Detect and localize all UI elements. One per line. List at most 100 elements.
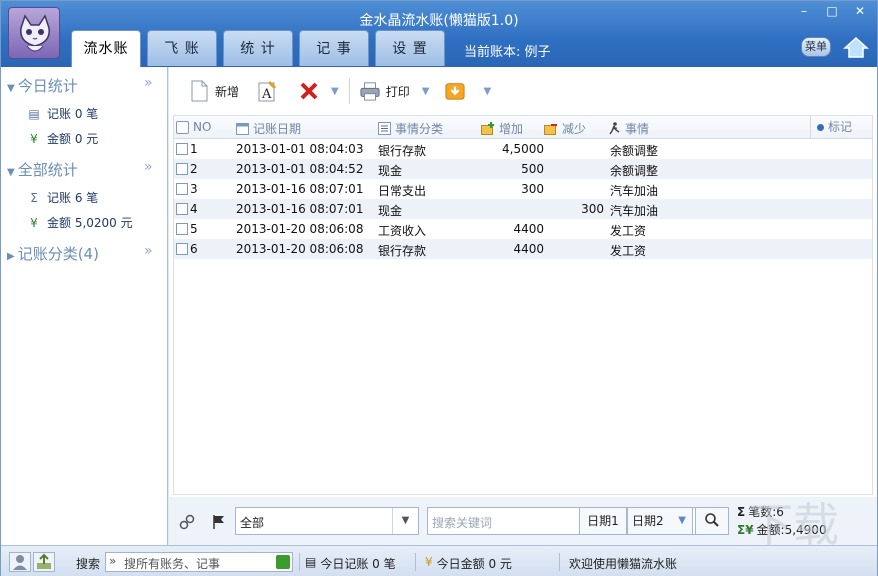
minimize-button[interactable]: – bbox=[791, 3, 817, 21]
cell-date: 2013-01-20 08:06:08 bbox=[236, 242, 364, 256]
table-row[interactable]: 6 2013-01-20 08:06:08 银行存款 4400 发工资 bbox=[174, 239, 872, 259]
row-number-cell[interactable]: 1 bbox=[176, 142, 198, 156]
maximize-button[interactable]: □ bbox=[819, 3, 845, 21]
new-button-label: 新增 bbox=[215, 84, 240, 99]
print-button-label: 打印 bbox=[385, 84, 410, 99]
table-header: NO 记账日期 事情分类 增加 减少 事情 标记 bbox=[174, 116, 872, 139]
row-checkbox[interactable] bbox=[176, 223, 188, 235]
row-number-cell[interactable]: 2 bbox=[176, 162, 198, 176]
search-label: 搜索 bbox=[76, 557, 101, 571]
all-stats-title: 全部统计 bbox=[17, 161, 78, 179]
table-row[interactable]: 2 2013-01-01 08:04:52 现金 500 余额调整 bbox=[174, 159, 872, 179]
left-panel: ▼ 今日统计 » ▤ 记账 0 笔 ¥ 金额 0 元 ▼ 全部统计 » Σ 记账 6 笔 … bbox=[1, 67, 168, 545]
tab-settings[interactable]: 设 置 bbox=[375, 30, 445, 66]
header-category-label: 事情分类 bbox=[395, 122, 444, 136]
row-number-cell[interactable]: 5 bbox=[176, 222, 198, 236]
row-number-cell[interactable]: 6 bbox=[176, 242, 198, 256]
export-button[interactable]: ▼ bbox=[441, 77, 495, 105]
today-stats-header[interactable]: ▼ 今日统计 bbox=[7, 75, 78, 96]
row-number: 5 bbox=[190, 222, 198, 236]
select-all-checkbox[interactable] bbox=[176, 120, 189, 134]
divider bbox=[299, 553, 300, 571]
watermark: 下载 bbox=[747, 498, 839, 552]
header-date[interactable]: 记账日期 bbox=[236, 120, 301, 137]
table-row[interactable]: 5 2013-01-20 08:06:08 工资收入 4400 发工资 bbox=[174, 219, 872, 239]
categories-header[interactable]: ▶ 记账分类(4) bbox=[7, 243, 99, 264]
home-icon[interactable] bbox=[843, 35, 869, 59]
cell-date: 2013-01-16 08:07:01 bbox=[236, 202, 364, 216]
chevron-right-icon[interactable]: » bbox=[144, 75, 153, 91]
close-button[interactable]: ✕ bbox=[847, 3, 873, 21]
app-title: 金水晶流水账(懒猫版1.0) bbox=[359, 13, 519, 29]
scope-select[interactable]: 全部 ▼ bbox=[235, 507, 419, 535]
chevron-right-icon[interactable]: » bbox=[144, 159, 153, 175]
print-dropdown-arrow-icon[interactable]: ▼ bbox=[422, 86, 430, 97]
income-icon bbox=[481, 122, 494, 135]
header-event[interactable]: 事情 bbox=[608, 120, 649, 137]
delete-button[interactable]: ▼ bbox=[295, 77, 343, 105]
date1-field[interactable]: 日期1 bbox=[579, 507, 627, 535]
header-no[interactable]: NO bbox=[176, 120, 211, 134]
cell-event: 余额调整 bbox=[610, 164, 659, 178]
chevron-down-icon[interactable]: ▼ bbox=[678, 508, 686, 534]
flag-icon[interactable] bbox=[211, 514, 227, 530]
all-records-text: 记账 6 笔 bbox=[47, 191, 99, 205]
yen-icon: ¥ bbox=[30, 131, 38, 146]
row-checkbox[interactable] bbox=[176, 183, 188, 195]
table-row[interactable]: 1 2013-01-01 08:04:03 银行存款 4,5000 余额调整 bbox=[174, 139, 872, 159]
row-checkbox[interactable] bbox=[176, 243, 188, 255]
cell-date: 2013-01-16 08:07:01 bbox=[236, 182, 364, 196]
row-checkbox[interactable] bbox=[176, 143, 188, 155]
cell-event: 余额调整 bbox=[610, 144, 659, 158]
header-category[interactable]: 事情分类 bbox=[378, 120, 443, 137]
tab-statistics[interactable]: 统 计 bbox=[223, 30, 293, 66]
delete-dropdown-arrow-icon[interactable]: ▼ bbox=[331, 86, 339, 97]
tab-ledger[interactable]: 流水账 bbox=[71, 30, 141, 67]
print-button[interactable]: 打印 ▼ bbox=[356, 77, 434, 105]
all-stats-header[interactable]: ▼ 全部统计 bbox=[7, 159, 78, 180]
search-go-icon[interactable] bbox=[276, 555, 290, 569]
header-decrease[interactable]: 减少 bbox=[544, 120, 586, 137]
chevron-right-icon[interactable]: » bbox=[144, 243, 153, 259]
svg-text:A: A bbox=[261, 87, 272, 102]
cell-increase: 500 bbox=[521, 162, 544, 176]
new-button[interactable]: 新增 bbox=[185, 77, 243, 105]
today-amount: ¥ 金额 0 元 bbox=[27, 130, 98, 147]
header-mark[interactable]: 标记 bbox=[810, 116, 852, 138]
upload-icon[interactable] bbox=[33, 552, 55, 572]
row-number: 3 bbox=[190, 182, 198, 196]
date2-label: 日期2 bbox=[632, 514, 664, 528]
search-button[interactable] bbox=[695, 507, 729, 535]
tab-flying-account[interactable]: 飞 账 bbox=[147, 30, 217, 66]
mark-dot-icon bbox=[817, 123, 824, 131]
row-number: 6 bbox=[190, 242, 198, 256]
records-table: NO 记账日期 事情分类 增加 减少 事情 标记 1 2013-01-01 08:… bbox=[173, 115, 873, 495]
header-mark-label: 标记 bbox=[828, 120, 853, 134]
menu-button[interactable]: 菜单 bbox=[801, 37, 831, 57]
cell-event: 汽车加油 bbox=[610, 184, 659, 198]
global-search-input[interactable]: » 搜所有账务、记事 bbox=[105, 552, 293, 572]
user-icon[interactable] bbox=[9, 552, 31, 572]
edit-button[interactable]: A bbox=[253, 77, 281, 105]
app-window: 金水晶流水账(懒猫版1.0) – □ ✕ 流水账 飞 账 统 计 记 事 设 置… bbox=[0, 0, 878, 576]
today-amount-status: ¥ 今日金额 0 元 bbox=[425, 555, 512, 572]
row-checkbox[interactable] bbox=[176, 203, 188, 215]
row-checkbox[interactable] bbox=[176, 163, 188, 175]
tab-notes[interactable]: 记 事 bbox=[299, 30, 369, 66]
export-dropdown-arrow-icon[interactable]: ▼ bbox=[483, 86, 491, 97]
row-number: 2 bbox=[190, 162, 198, 176]
row-number-cell[interactable]: 3 bbox=[176, 182, 198, 196]
table-row[interactable]: 3 2013-01-16 08:07:01 日常支出 300 汽车加油 bbox=[174, 179, 872, 199]
cell-date: 2013-01-20 08:06:08 bbox=[236, 222, 364, 236]
printer-icon bbox=[360, 82, 380, 101]
today-records-status-text: 今日记账 0 笔 bbox=[320, 557, 396, 571]
table-row[interactable]: 4 2013-01-16 08:07:01 现金 300 汽车加油 bbox=[174, 199, 872, 219]
header-increase[interactable]: 增加 bbox=[481, 120, 523, 137]
chevron-down-icon[interactable]: ▼ bbox=[392, 508, 418, 534]
date2-field[interactable]: 日期2 ▼ bbox=[627, 507, 693, 535]
cell-event: 汽车加油 bbox=[610, 204, 659, 218]
delete-x-icon bbox=[300, 82, 318, 100]
today-amount-text: 金额 0 元 bbox=[47, 132, 99, 146]
link-chain-icon[interactable] bbox=[179, 514, 195, 530]
row-number-cell[interactable]: 4 bbox=[176, 202, 198, 216]
